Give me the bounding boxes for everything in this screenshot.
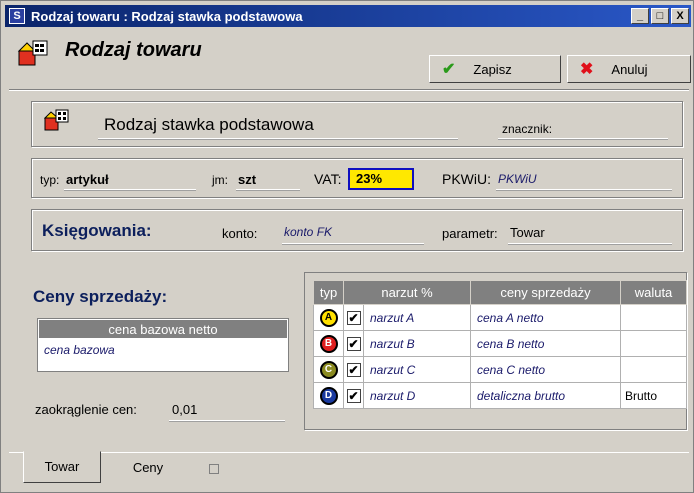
product-type-name-field[interactable]: Rodzaj stawka podstawowa bbox=[104, 115, 314, 135]
tab-towar[interactable]: Towar bbox=[23, 451, 101, 483]
price-cell[interactable]: cena C netto bbox=[470, 356, 621, 383]
narzut-cell[interactable]: narzut D bbox=[363, 382, 471, 409]
cancel-button[interactable]: ✖ Anuluj bbox=[567, 55, 691, 83]
save-label: Zapisz bbox=[473, 61, 512, 77]
table-row[interactable]: C ✔ narzut C cena C netto bbox=[313, 356, 687, 383]
attributes-group: typ: artykuł jm: szt VAT: 23% PKWiU: PKW… bbox=[31, 158, 683, 198]
app-icon: S bbox=[9, 8, 25, 24]
pkwiu-field[interactable]: PKWiU bbox=[498, 172, 537, 186]
price-table: typ narzut % ceny sprzedaży waluta A ✔ n… bbox=[313, 280, 687, 409]
currency-cell[interactable]: Brutto bbox=[620, 382, 687, 409]
table-row[interactable]: A ✔ narzut A cena A netto bbox=[313, 304, 687, 331]
sales-prices-title: Ceny sprzedaży: bbox=[33, 287, 168, 306]
price-a-badge-icon: A bbox=[319, 308, 338, 327]
jm-field[interactable]: szt bbox=[238, 172, 256, 187]
parametr-field[interactable]: Towar bbox=[510, 225, 545, 240]
typ-label: typ: bbox=[40, 173, 60, 187]
product-type-icon bbox=[44, 109, 69, 131]
currency-cell[interactable] bbox=[620, 304, 687, 331]
price-cell[interactable]: cena B netto bbox=[470, 330, 621, 357]
currency-cell[interactable] bbox=[620, 356, 687, 383]
header: Rodzaj towaru ✔ Zapisz ✖ Anuluj bbox=[9, 31, 691, 87]
window: S Rodzaj towaru : Rodzaj stawka podstawo… bbox=[0, 0, 694, 493]
parametr-label: parametr: bbox=[442, 226, 498, 241]
currency-cell[interactable] bbox=[620, 330, 687, 357]
square-icon bbox=[209, 463, 219, 474]
typ-field[interactable]: artykuł bbox=[66, 172, 109, 187]
base-price-box: cena bazowa netto cena bazowa bbox=[37, 318, 289, 372]
tab-ceny[interactable]: Ceny bbox=[109, 453, 187, 483]
minimize-button[interactable]: _ bbox=[631, 8, 649, 24]
column-header-narzut[interactable]: narzut % bbox=[343, 280, 471, 305]
znacznik-label: znacznik: bbox=[502, 122, 553, 136]
row-checkbox[interactable]: ✔ bbox=[346, 388, 361, 403]
save-button[interactable]: ✔ Zapisz bbox=[429, 55, 561, 83]
znacznik-field[interactable] bbox=[498, 138, 668, 139]
accounting-title: Księgowania: bbox=[42, 221, 152, 240]
narzut-cell[interactable]: narzut A bbox=[363, 304, 471, 331]
cancel-label: Anuluj bbox=[611, 61, 648, 77]
price-d-badge-icon: D bbox=[319, 386, 338, 405]
price-cell[interactable]: cena A netto bbox=[470, 304, 621, 331]
konto-field[interactable]: konto FK bbox=[284, 225, 332, 239]
price-cell[interactable]: detaliczna brutto bbox=[470, 382, 621, 409]
name-group: Rodzaj stawka podstawowa znacznik: bbox=[31, 101, 683, 147]
price-table-panel: typ narzut % ceny sprzedaży waluta A ✔ n… bbox=[304, 272, 687, 430]
price-b-badge-icon: B bbox=[319, 334, 338, 353]
column-header-ceny[interactable]: ceny sprzedaży bbox=[470, 280, 621, 305]
column-header-typ[interactable]: typ bbox=[313, 280, 344, 305]
window-title: Rodzaj towaru : Rodzaj stawka podstawowa bbox=[31, 8, 303, 24]
base-price-header: cena bazowa netto bbox=[38, 319, 288, 339]
rounding-field[interactable]: 0,01 bbox=[172, 402, 197, 417]
row-checkbox[interactable]: ✔ bbox=[346, 362, 361, 377]
page-title: Rodzaj towaru bbox=[65, 39, 202, 61]
product-type-icon bbox=[17, 40, 48, 66]
column-header-waluta[interactable]: waluta bbox=[620, 280, 687, 305]
narzut-cell[interactable]: narzut C bbox=[363, 356, 471, 383]
konto-label: konto: bbox=[222, 226, 258, 241]
title-bar[interactable]: S Rodzaj towaru : Rodzaj stawka podstawo… bbox=[5, 5, 691, 27]
vat-field[interactable]: 23% bbox=[348, 168, 414, 190]
base-price-field[interactable]: cena bazowa bbox=[38, 339, 288, 357]
rounding-label: zaokrąglenie cen: bbox=[35, 402, 137, 417]
accounting-group: Księgowania: konto: konto FK parametr: T… bbox=[31, 209, 683, 251]
table-row[interactable]: B ✔ narzut B cena B netto bbox=[313, 330, 687, 357]
row-checkbox[interactable]: ✔ bbox=[346, 336, 361, 351]
jm-label: jm: bbox=[212, 173, 228, 187]
row-checkbox[interactable]: ✔ bbox=[346, 310, 361, 325]
table-row[interactable]: D ✔ narzut D detaliczna brutto Brutto bbox=[313, 382, 687, 409]
pkwiu-label: PKWiU: bbox=[442, 171, 491, 187]
narzut-cell[interactable]: narzut B bbox=[363, 330, 471, 357]
tab-extra[interactable] bbox=[199, 453, 229, 483]
cross-icon: ✖ bbox=[580, 61, 594, 78]
close-button[interactable]: X bbox=[671, 8, 689, 24]
divider bbox=[9, 89, 689, 91]
price-c-badge-icon: C bbox=[319, 360, 338, 379]
maximize-button[interactable]: □ bbox=[651, 8, 669, 24]
vat-label: VAT: bbox=[314, 171, 342, 187]
checkmark-icon: ✔ bbox=[442, 61, 456, 78]
